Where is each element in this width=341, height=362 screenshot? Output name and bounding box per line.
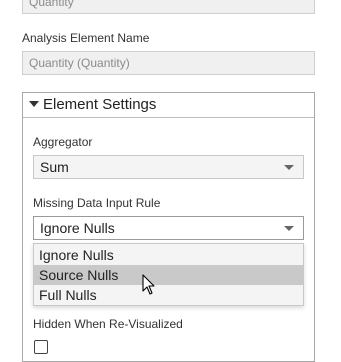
aggregator-label: Aggregator [33,135,93,149]
option-ignore-nulls[interactable]: Ignore Nulls [34,245,303,265]
option-source-nulls[interactable]: Source Nulls [34,265,303,285]
aggregator-value: Sum [40,159,69,175]
aggregator-select[interactable]: Sum [33,155,304,179]
missing-data-rule-label: Missing Data Input Rule [33,196,161,210]
missing-data-rule-select[interactable]: Ignore Nulls [33,216,304,240]
analysis-element-name-label: Analysis Element Name [22,31,150,45]
hidden-when-revisualized-checkbox[interactable] [34,340,48,354]
top-quantity-field: Quantity [22,0,315,14]
analysis-element-name-value: Quantity (Quantity) [29,56,130,70]
panel-header-divider [23,117,314,118]
chevron-down-icon [284,226,294,231]
triangle-down-icon[interactable] [29,101,39,107]
missing-data-rule-value: Ignore Nulls [40,220,115,236]
element-settings-header[interactable]: Element Settings [43,96,156,113]
hidden-when-revisualized-label: Hidden When Re-Visualized [33,317,183,331]
mouse-pointer-icon [142,274,155,295]
top-quantity-value: Quantity [29,0,74,9]
chevron-down-icon [284,165,294,170]
missing-data-rule-dropdown: Ignore Nulls Source Nulls Full Nulls [33,243,304,306]
option-full-nulls[interactable]: Full Nulls [34,285,303,305]
analysis-element-name-field: Quantity (Quantity) [22,51,315,75]
